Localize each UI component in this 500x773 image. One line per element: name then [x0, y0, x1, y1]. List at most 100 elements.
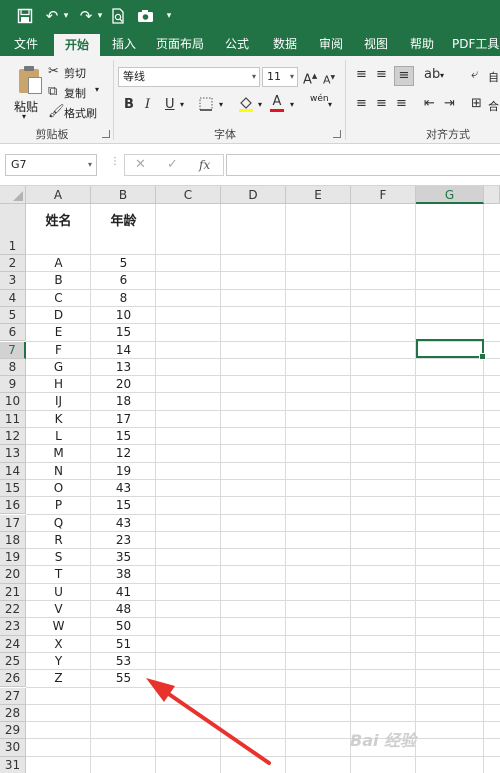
tab-file[interactable]: 文件: [4, 32, 48, 56]
table-cell-age[interactable]: 15: [91, 428, 156, 445]
table-cell-name[interactable]: H: [26, 376, 91, 393]
table-cell-name[interactable]: F: [26, 342, 91, 359]
resize-handle-icon[interactable]: ⋮: [110, 156, 120, 167]
row-header-23[interactable]: 23: [0, 618, 26, 636]
table-cell-name[interactable]: Z: [26, 670, 91, 687]
increase-indent-icon[interactable]: ⇥: [444, 97, 455, 111]
header-cell-name[interactable]: 姓名: [26, 204, 91, 255]
table-cell-name[interactable]: K: [26, 411, 91, 428]
table-cell-age[interactable]: 8: [91, 290, 156, 307]
table-cell-name[interactable]: X: [26, 636, 91, 653]
table-cell-age[interactable]: 38: [91, 566, 156, 583]
align-right-icon[interactable]: ≡: [396, 97, 407, 111]
save-icon[interactable]: [14, 6, 36, 26]
chevron-down-icon[interactable]: ▾: [258, 100, 262, 109]
align-center-icon[interactable]: ≡: [376, 97, 387, 111]
table-cell-age[interactable]: 15: [91, 497, 156, 514]
tab-view[interactable]: 视图: [356, 32, 396, 56]
row-header-21[interactable]: 21: [0, 583, 26, 601]
column-header-a[interactable]: A: [26, 186, 91, 204]
wrap-text-icon[interactable]: ⤶: [471, 68, 478, 82]
table-cell-age[interactable]: 43: [91, 515, 156, 532]
decrease-indent-icon[interactable]: ⇤: [424, 97, 435, 111]
format-painter-button[interactable]: 格式刷: [64, 105, 97, 121]
row-header-30[interactable]: 30: [0, 739, 26, 757]
tab-page-layout[interactable]: 页面布局: [150, 32, 210, 56]
tab-data[interactable]: 数据: [264, 32, 306, 56]
column-header-f[interactable]: F: [351, 186, 416, 204]
table-cell-age[interactable]: 53: [91, 653, 156, 670]
row-header-7[interactable]: 7: [0, 341, 26, 359]
redo-dropdown-icon[interactable]: ▾: [96, 6, 104, 26]
row-header-4[interactable]: 4: [0, 289, 26, 307]
column-header-b[interactable]: B: [91, 186, 156, 204]
table-cell-age[interactable]: 48: [91, 601, 156, 618]
print-preview-icon[interactable]: [108, 6, 128, 26]
table-cell-age[interactable]: 35: [91, 549, 156, 566]
italic-button[interactable]: I: [145, 98, 150, 112]
table-cell-name[interactable]: C: [26, 290, 91, 307]
table-cell-age[interactable]: 6: [91, 272, 156, 289]
customize-qat-icon[interactable]: ▾: [164, 6, 174, 26]
active-cell-selection[interactable]: [416, 339, 486, 360]
table-cell-age[interactable]: 15: [91, 324, 156, 341]
bold-button[interactable]: B: [124, 98, 134, 112]
copy-icon[interactable]: ⧉: [48, 85, 57, 99]
column-header-g[interactable]: G: [416, 186, 484, 204]
merge-center-button[interactable]: 合: [488, 98, 499, 114]
row-header-22[interactable]: 22: [0, 601, 26, 619]
chevron-down-icon[interactable]: ▾: [95, 85, 99, 94]
redo-icon[interactable]: ↷: [76, 6, 96, 26]
table-cell-name[interactable]: N: [26, 463, 91, 480]
table-cell-name[interactable]: U: [26, 584, 91, 601]
table-cell-age[interactable]: 19: [91, 463, 156, 480]
table-cell-name[interactable]: Y: [26, 653, 91, 670]
scissors-icon[interactable]: ✂: [48, 65, 59, 79]
table-cell-age[interactable]: 5: [91, 255, 156, 272]
merge-center-icon[interactable]: ⊞: [471, 97, 482, 111]
enter-icon[interactable]: ✓: [167, 156, 178, 174]
font-launcher-icon[interactable]: [333, 130, 341, 138]
tab-home[interactable]: 开始: [54, 34, 100, 56]
row-header-17[interactable]: 17: [0, 514, 26, 532]
table-cell-age[interactable]: 41: [91, 584, 156, 601]
chevron-down-icon[interactable]: ▾: [290, 100, 294, 109]
column-header-d[interactable]: D: [221, 186, 286, 204]
name-box[interactable]: G7 ▾: [5, 154, 97, 176]
table-cell-name[interactable]: IJ: [26, 393, 91, 410]
tab-insert[interactable]: 插入: [104, 32, 144, 56]
tab-formulas[interactable]: 公式: [216, 32, 258, 56]
row-header-16[interactable]: 16: [0, 497, 26, 515]
insert-function-icon[interactable]: fx: [199, 156, 210, 174]
row-header-18[interactable]: 18: [0, 531, 26, 550]
wrap-text-button[interactable]: 自: [488, 69, 499, 85]
table-cell-name[interactable]: A: [26, 255, 91, 272]
table-cell-name[interactable]: L: [26, 428, 91, 445]
fill-color-icon[interactable]: [238, 96, 254, 116]
row-header-24[interactable]: 24: [0, 635, 26, 653]
border-icon[interactable]: [199, 97, 213, 115]
cut-button[interactable]: 剪切: [64, 65, 86, 81]
align-middle-icon[interactable]: ≡: [376, 68, 387, 82]
row-header-12[interactable]: 12: [0, 428, 26, 446]
row-header-26[interactable]: 26: [0, 670, 26, 688]
tab-review[interactable]: 审阅: [310, 32, 352, 56]
tab-help[interactable]: 帮助: [402, 32, 442, 56]
cancel-icon[interactable]: ✕: [135, 156, 146, 174]
phonetic-guide-icon[interactable]: wén: [310, 94, 329, 104]
copy-button[interactable]: 复制: [64, 85, 86, 101]
align-top-icon[interactable]: ≡: [356, 68, 367, 82]
row-header-25[interactable]: 25: [0, 652, 26, 671]
column-header-e[interactable]: E: [286, 186, 351, 204]
table-cell-name[interactable]: S: [26, 549, 91, 566]
table-cell-age[interactable]: 50: [91, 618, 156, 635]
table-cell-name[interactable]: W: [26, 618, 91, 635]
row-header-14[interactable]: 14: [0, 462, 26, 480]
tab-pdf-tools[interactable]: PDF工具: [452, 32, 500, 56]
header-cell-age[interactable]: 年龄: [91, 204, 156, 255]
column-header-c[interactable]: C: [156, 186, 221, 204]
row-header-28[interactable]: 28: [0, 704, 26, 723]
align-bottom-icon[interactable]: ≡: [394, 66, 414, 86]
align-left-icon[interactable]: ≡: [356, 97, 367, 111]
row-header-11[interactable]: 11: [0, 410, 26, 428]
